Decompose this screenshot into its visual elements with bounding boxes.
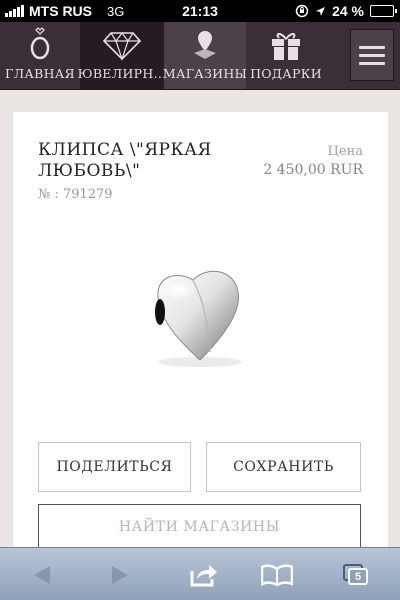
main-navigation: ГЛАВНАЯ ЮВЕЛИРН... МАГАЗИНЫ ПОДАРКИ — [0, 22, 400, 90]
nav-item-label: ЮВЕЛИРН... — [77, 66, 167, 81]
gift-icon — [272, 33, 300, 60]
share-arrow-icon — [190, 565, 217, 587]
location-arrow-icon — [316, 6, 326, 16]
orientation-lock-icon — [295, 4, 309, 18]
product-price: 2 450,00 RUR — [263, 162, 363, 178]
share-button[interactable]: ПОДЕЛИТЬСЯ — [38, 442, 191, 492]
nav-item-jewelry[interactable]: ЮВЕЛИРН... — [77, 22, 167, 89]
tabs-button[interactable]: 5 — [336, 560, 376, 590]
browser-toolbar: 5 — [0, 547, 400, 600]
nav-item-label: МАГАЗИНЫ — [162, 66, 248, 81]
pandora-logo-icon — [30, 27, 50, 60]
battery-percentage: 24 % — [332, 3, 364, 19]
bookmarks-button[interactable] — [257, 560, 297, 590]
save-button[interactable]: СОХРАНИТЬ — [206, 442, 361, 492]
nav-item-home[interactable]: ГЛАВНАЯ — [0, 22, 80, 89]
diamond-icon — [103, 32, 141, 61]
nav-item-stores[interactable]: МАГАЗИНЫ — [162, 22, 248, 89]
nav-item-label: ГЛАВНАЯ — [5, 66, 75, 81]
find-stores-button[interactable]: НАЙТИ МАГАЗИНЫ — [38, 504, 361, 550]
forward-button[interactable] — [100, 560, 140, 590]
price-label: Цена — [327, 144, 363, 159]
product-title: КЛИПСА \"ЯРКАЯ ЛЮБОВЬ\" — [38, 140, 212, 181]
battery-icon — [370, 5, 397, 17]
back-button[interactable] — [22, 560, 62, 590]
nav-item-label: ПОДАРКИ — [250, 66, 322, 81]
tabs-icon: 5 — [343, 564, 369, 586]
nav-item-gifts[interactable]: ПОДАРКИ — [246, 22, 326, 89]
product-image[interactable] — [138, 262, 258, 372]
arrow-right-icon — [112, 566, 128, 584]
product-card: КЛИПСА \"ЯРКАЯ ЛЮБОВЬ\" № : 791279 Цена … — [13, 112, 388, 552]
share-page-button[interactable] — [183, 560, 223, 590]
tabs-count: 5 — [348, 568, 368, 585]
product-number: № : 791279 — [38, 187, 113, 202]
status-bar: MTS RUS 3G 21:13 24 % — [0, 0, 400, 22]
open-book-icon — [261, 564, 293, 586]
hamburger-menu-icon[interactable] — [350, 29, 394, 81]
arrow-left-icon — [34, 566, 50, 584]
map-pin-icon — [194, 31, 216, 59]
